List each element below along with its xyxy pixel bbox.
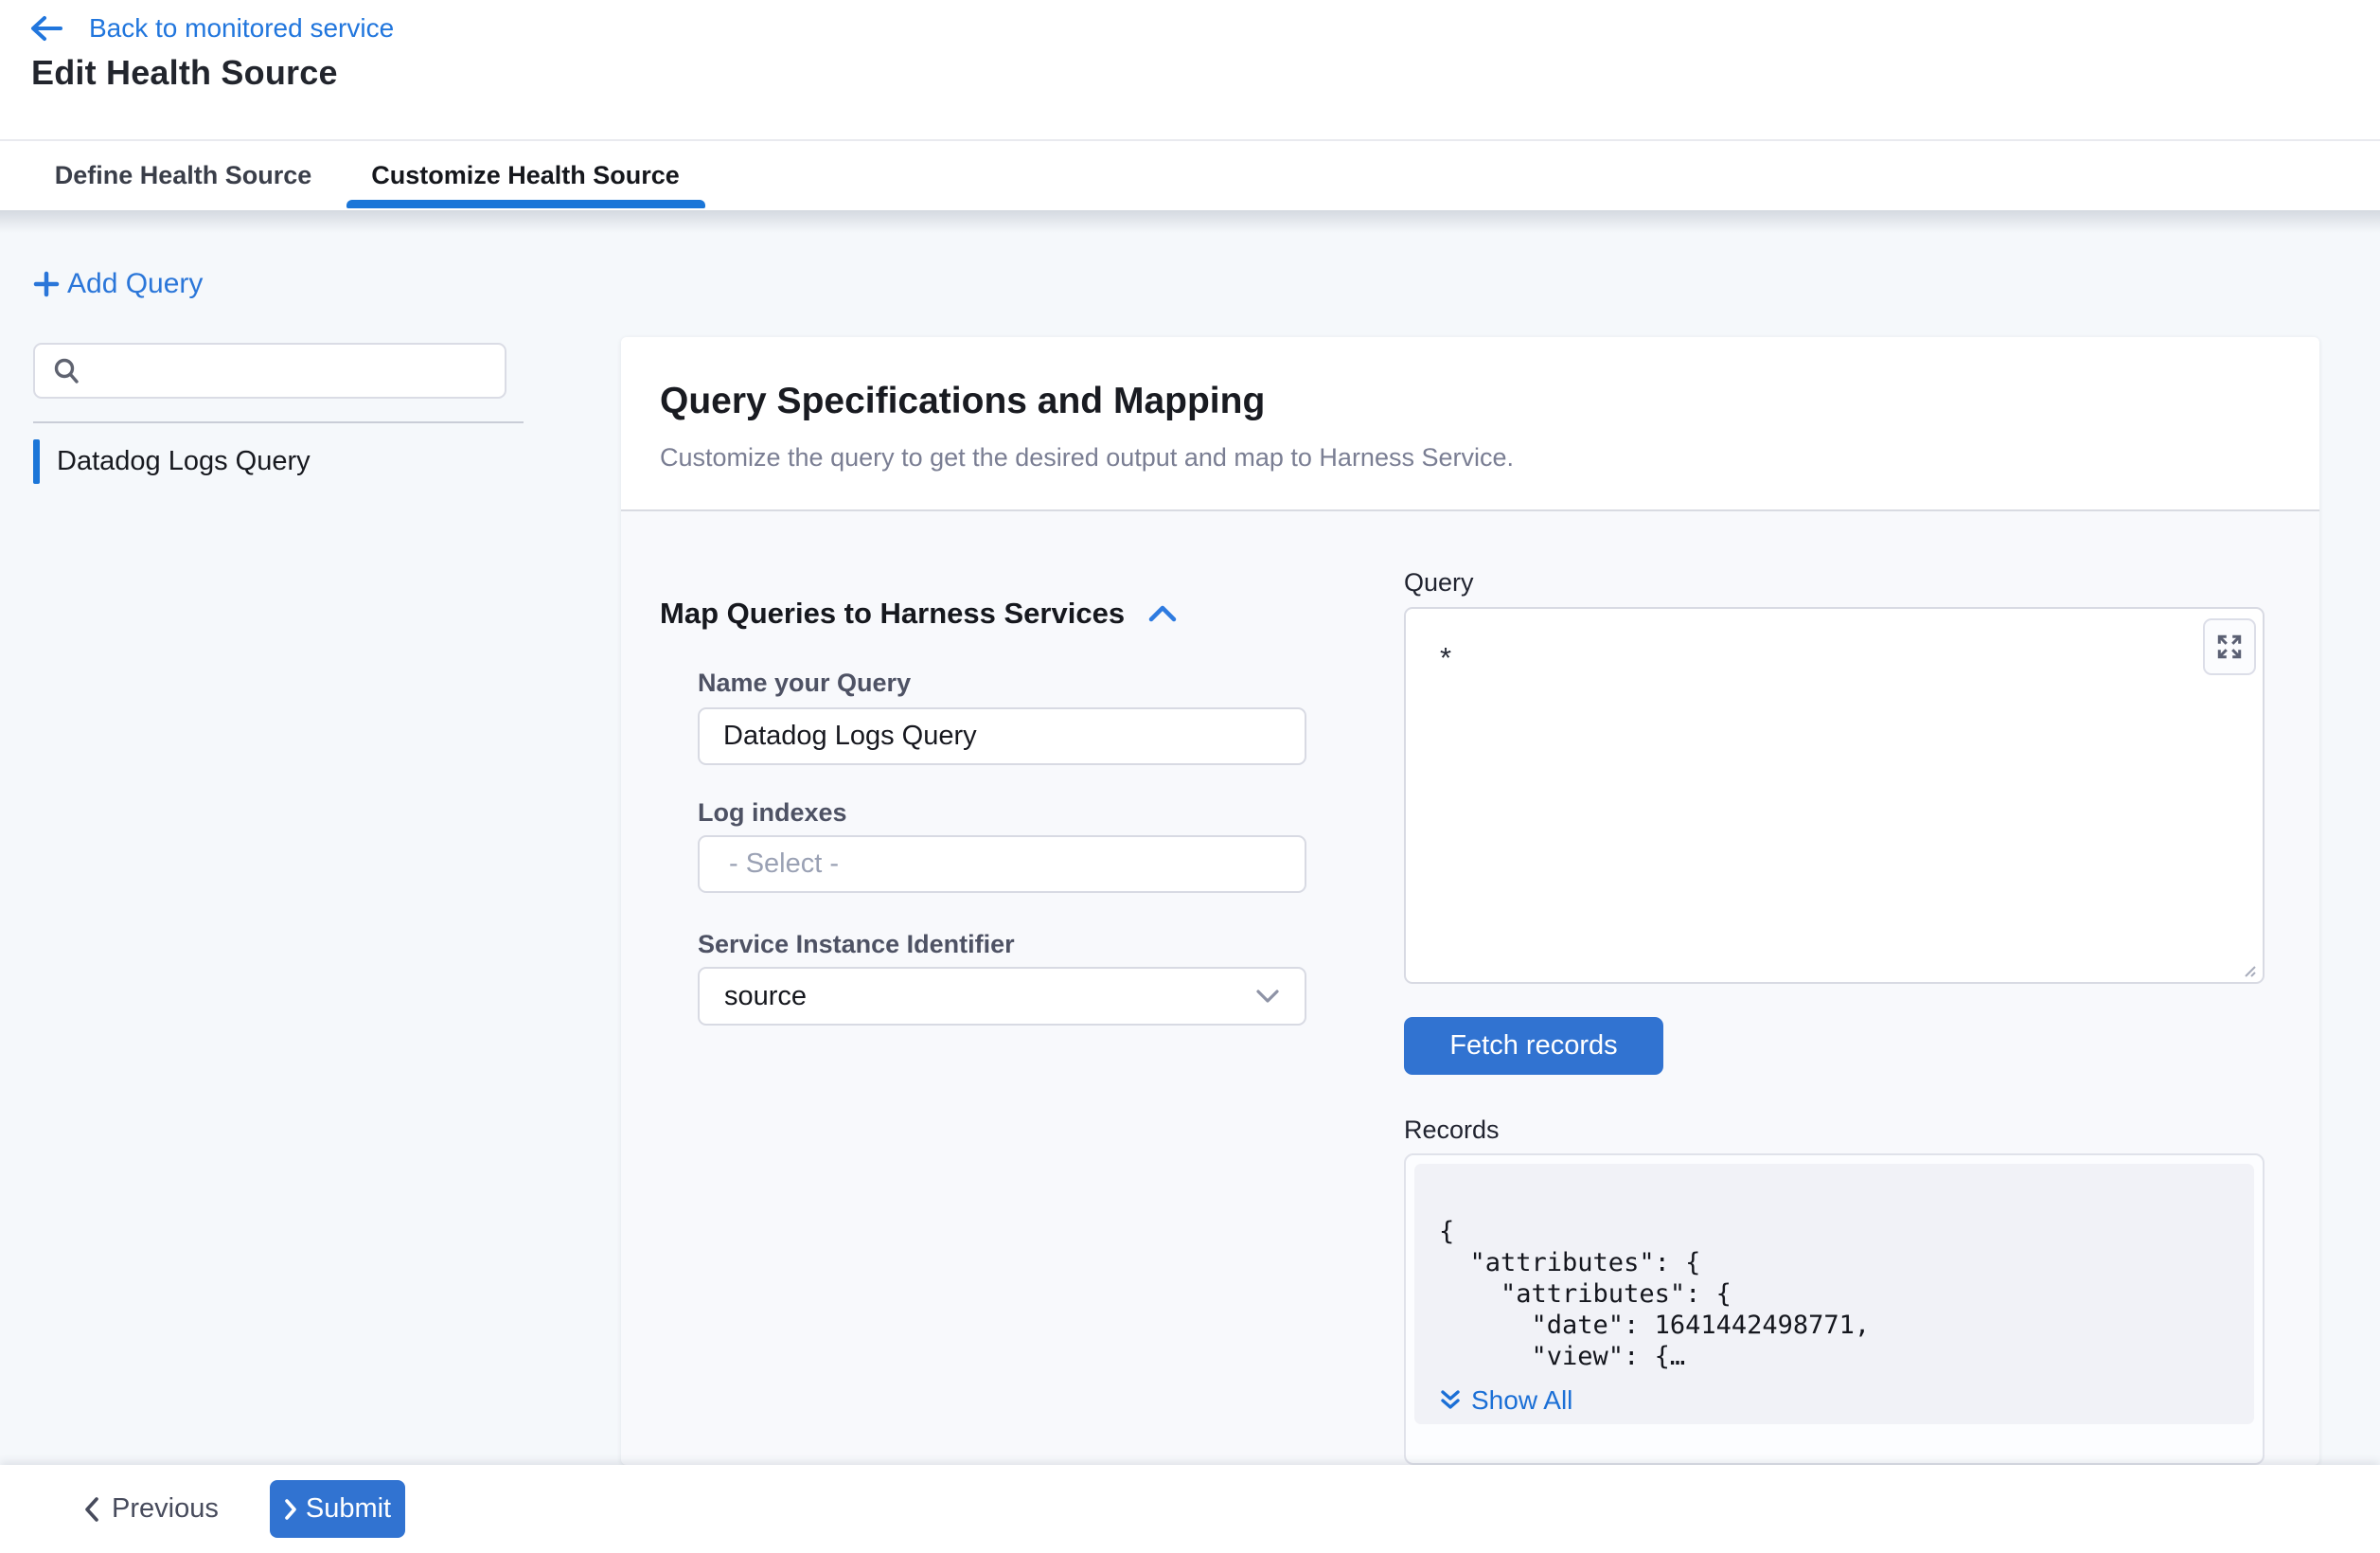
textarea-resize-handle[interactable] — [2238, 959, 2257, 978]
previous-button[interactable]: Previous — [83, 1465, 219, 1553]
chevron-up-icon — [1147, 603, 1178, 624]
page-title: Edit Health Source — [31, 53, 338, 93]
query-item-label: Datadog Logs Query — [57, 446, 311, 477]
card-subtitle: Customize the query to get the desired o… — [660, 443, 1514, 473]
log-indexes-label: Log indexes — [698, 798, 847, 828]
submit-label: Submit — [306, 1493, 391, 1525]
add-query-label: Add Query — [67, 268, 203, 300]
service-instance-identifier-label: Service Instance Identifier — [698, 930, 1015, 959]
back-link[interactable]: Back to monitored service — [28, 13, 394, 44]
records-json-code: { "attributes": { "attributes": { "date"… — [1414, 1164, 2254, 1372]
json-line: "date": 1641442498771, — [1439, 1310, 2235, 1341]
fetch-records-button[interactable]: Fetch records — [1404, 1017, 1663, 1075]
chevron-double-down-icon — [1439, 1388, 1462, 1413]
chevron-right-icon — [284, 1498, 297, 1521]
name-your-query-label: Name your Query — [698, 669, 911, 698]
previous-label: Previous — [112, 1493, 219, 1525]
search-input[interactable] — [95, 355, 491, 386]
json-line: "attributes": { — [1439, 1278, 2235, 1310]
selected-indicator-bar — [33, 439, 40, 484]
chevron-left-icon — [83, 1496, 100, 1523]
section-heading-label: Map Queries to Harness Services — [660, 597, 1125, 631]
json-line: "view": {… — [1439, 1341, 2235, 1372]
page-header: Back to monitored service Edit Health So… — [0, 0, 2380, 210]
tab-define-health-source[interactable]: Define Health Source — [50, 141, 316, 210]
records-label: Records — [1404, 1116, 1500, 1145]
expand-icon — [2215, 633, 2244, 661]
expand-query-button[interactable] — [2203, 618, 2256, 675]
card-title: Query Specifications and Mapping — [660, 381, 1265, 422]
page-footer: Previous Submit — [0, 1465, 2380, 1553]
card-header: Query Specifications and Mapping Customi… — [621, 337, 2319, 511]
back-link-label: Back to monitored service — [89, 13, 394, 44]
records-json-block: { "attributes": { "attributes": { "date"… — [1414, 1164, 2254, 1424]
query-name-input[interactable] — [698, 707, 1306, 765]
chevron-down-icon — [1255, 989, 1280, 1004]
show-all-link[interactable]: Show All — [1439, 1385, 2254, 1416]
search-icon — [51, 356, 81, 386]
query-search-box — [33, 343, 506, 399]
query-label: Query — [1404, 568, 1474, 598]
service-instance-value: source — [724, 981, 807, 1012]
sidebar-divider — [33, 421, 524, 423]
fetch-records-label: Fetch records — [1449, 1030, 1617, 1062]
records-container: { "attributes": { "attributes": { "date"… — [1404, 1153, 2265, 1465]
query-textarea[interactable]: * — [1404, 607, 2265, 984]
log-indexes-select[interactable] — [698, 835, 1306, 893]
service-instance-select[interactable]: source — [698, 967, 1306, 1026]
json-line: "attributes": { — [1439, 1247, 2235, 1278]
active-tab-underline — [346, 200, 705, 208]
submit-button[interactable]: Submit — [270, 1480, 405, 1538]
add-query-button[interactable]: Add Query — [31, 268, 203, 300]
arrow-left-icon — [28, 14, 64, 43]
edit-health-source-page: Back to monitored service Edit Health So… — [0, 0, 2380, 1553]
query-mapping-card: Query Specifications and Mapping Customi… — [621, 337, 2319, 1465]
page-content: Add Query Datadog Logs Query Query Speci… — [0, 210, 2380, 1465]
plus-icon — [31, 269, 62, 299]
json-line: { — [1439, 1216, 2235, 1247]
query-list-item[interactable]: Datadog Logs Query — [33, 439, 311, 484]
show-all-label: Show All — [1471, 1385, 1572, 1416]
map-queries-section-toggle[interactable]: Map Queries to Harness Services — [660, 597, 1178, 631]
